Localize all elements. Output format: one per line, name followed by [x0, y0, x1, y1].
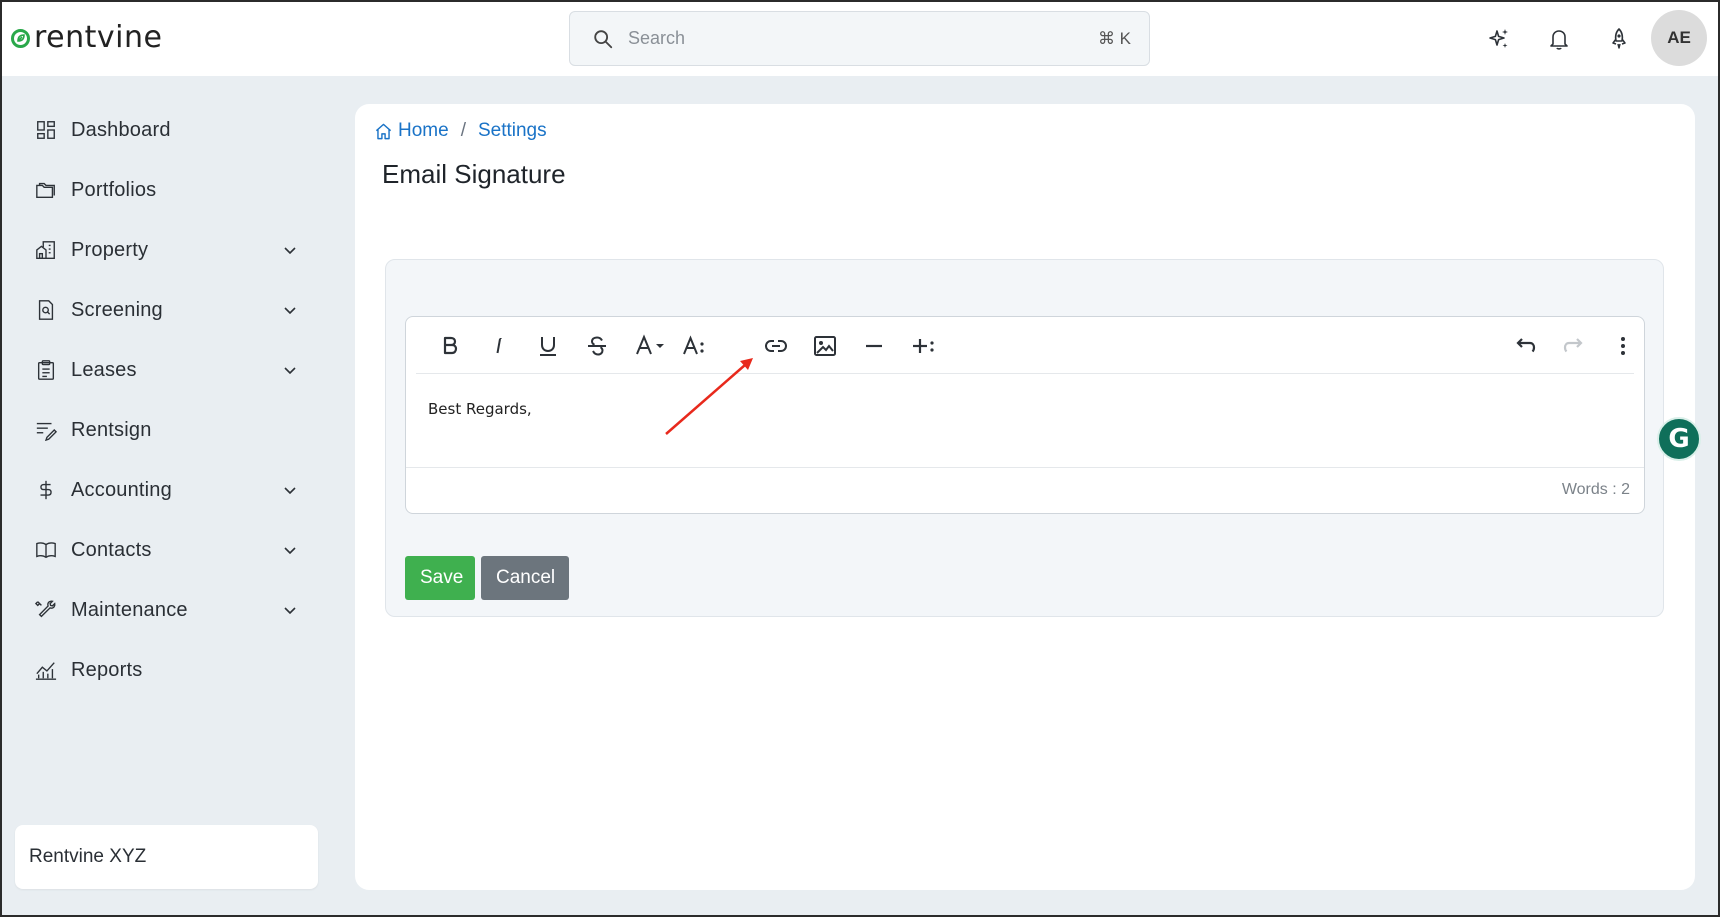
- sidebar-item-label: Contacts: [71, 538, 152, 561]
- sidebar-item-rentsign[interactable]: Rentsign: [34, 410, 304, 450]
- grammarly-button[interactable]: G: [1657, 417, 1701, 461]
- signature-card: Best Regards, Words : 2 Save Cancel: [385, 259, 1664, 617]
- sign-icon: [34, 418, 58, 442]
- italic-button[interactable]: [484, 331, 514, 361]
- search-bar[interactable]: ⌘ K: [569, 11, 1150, 66]
- horizontal-rule-button[interactable]: [859, 331, 889, 361]
- undo-button[interactable]: [1510, 331, 1540, 361]
- sidebar-item-label: Rentsign: [71, 418, 152, 441]
- sidebar-item-label: Reports: [71, 658, 143, 681]
- chevron-down-icon: [284, 547, 296, 555]
- redo-icon: [1563, 338, 1583, 353]
- search-shortcut: ⌘ K: [1097, 28, 1131, 48]
- breadcrumb-home-link[interactable]: Home: [398, 120, 449, 142]
- breadcrumb-settings-link[interactable]: Settings: [478, 120, 547, 142]
- font-size-icon: [683, 335, 704, 355]
- breadcrumb: Home / Settings: [374, 120, 547, 142]
- breadcrumb-separator: /: [460, 120, 466, 141]
- search-icon: [594, 29, 613, 48]
- leaf-icon: [11, 28, 30, 48]
- screening-icon: [34, 298, 58, 322]
- insert-link-button[interactable]: [761, 331, 791, 361]
- horizontal-rule-icon: [866, 344, 882, 348]
- page-title: Email Signature: [382, 159, 566, 189]
- search-input[interactable]: [628, 28, 1098, 49]
- link-icon: [764, 340, 788, 352]
- sidebar-item-property[interactable]: Property: [34, 230, 304, 270]
- rich-text-editor: Best Regards, Words : 2: [405, 316, 1645, 514]
- sidebar-item-portfolios[interactable]: Portfolios: [34, 170, 304, 210]
- underline-icon: [540, 337, 556, 356]
- bell-icon[interactable]: [1546, 26, 1572, 52]
- sidebar-item-label: Leases: [71, 358, 137, 381]
- bold-icon: [443, 336, 458, 355]
- main-panel: Home / Settings Email Signature Best Reg…: [355, 104, 1695, 890]
- chart-icon: [34, 658, 58, 682]
- sidebar-item-contacts[interactable]: Contacts: [34, 530, 304, 570]
- wrench-icon: [34, 598, 58, 622]
- sidebar-item-maintenance[interactable]: Maintenance: [34, 590, 304, 630]
- sidebar-item-accounting[interactable]: Accounting: [34, 470, 304, 510]
- sidebar-item-reports[interactable]: Reports: [34, 650, 304, 690]
- sidebar: Dashboard Portfolios Property Screening …: [0, 76, 340, 917]
- brand-name: rentvine: [34, 20, 163, 55]
- italic-icon: [496, 336, 502, 354]
- strikethrough-icon: [588, 336, 606, 356]
- sidebar-item-label: Property: [71, 238, 149, 261]
- cancel-button[interactable]: Cancel: [481, 556, 569, 600]
- grammarly-icon: G: [1668, 424, 1690, 454]
- plus-more-icon: [913, 339, 934, 353]
- undo-icon: [1516, 338, 1536, 353]
- clipboard-icon: [34, 358, 58, 382]
- editor-content[interactable]: Best Regards,: [428, 400, 532, 418]
- sidebar-item-label: Portfolios: [71, 178, 157, 201]
- top-bar: rentvine ⌘ K AE: [0, 0, 1720, 76]
- word-count: Words : 2: [1561, 481, 1630, 498]
- redo-button[interactable]: [1559, 331, 1589, 361]
- font-color-icon: [636, 334, 664, 355]
- insert-image-button[interactable]: [810, 331, 840, 361]
- chevron-down-icon: [284, 307, 296, 315]
- chevron-down-icon: [284, 367, 296, 375]
- font-size-button[interactable]: [679, 331, 709, 361]
- font-color-button[interactable]: [630, 331, 670, 361]
- folder-icon: [34, 178, 58, 202]
- sidebar-item-label: Maintenance: [71, 598, 188, 621]
- editor-toolbar: [416, 317, 1634, 374]
- organization-switcher[interactable]: Rentvine XYZ: [15, 825, 318, 889]
- underline-button[interactable]: [533, 331, 563, 361]
- strikethrough-button[interactable]: [582, 331, 612, 361]
- sidebar-item-screening[interactable]: Screening: [34, 290, 304, 330]
- building-icon: [34, 238, 58, 262]
- chevron-down-icon: [284, 247, 296, 255]
- sidebar-item-label: Accounting: [71, 478, 172, 501]
- image-icon: [814, 336, 836, 356]
- book-icon: [34, 538, 58, 562]
- save-button[interactable]: Save: [405, 556, 475, 600]
- sidebar-item-dashboard[interactable]: Dashboard: [34, 110, 304, 150]
- sparkle-icon[interactable]: [1486, 26, 1512, 52]
- insert-more-button[interactable]: [908, 331, 938, 361]
- kebab-menu-icon: [1621, 337, 1625, 355]
- more-options-button[interactable]: [1608, 331, 1638, 361]
- dollar-icon: [34, 478, 58, 502]
- brand-logo[interactable]: rentvine: [11, 22, 162, 54]
- sidebar-item-label: Dashboard: [71, 118, 171, 141]
- editor-status-bar: Words : 2: [406, 467, 1644, 513]
- home-icon: [375, 123, 392, 139]
- chevron-down-icon: [284, 487, 296, 495]
- chevron-down-icon: [284, 607, 296, 615]
- dashboard-icon: [34, 118, 58, 142]
- sidebar-item-label: Screening: [71, 298, 163, 321]
- user-avatar[interactable]: AE: [1651, 10, 1707, 66]
- bold-button[interactable]: [435, 331, 465, 361]
- sidebar-item-leases[interactable]: Leases: [34, 350, 304, 390]
- rocket-icon[interactable]: [1606, 26, 1632, 52]
